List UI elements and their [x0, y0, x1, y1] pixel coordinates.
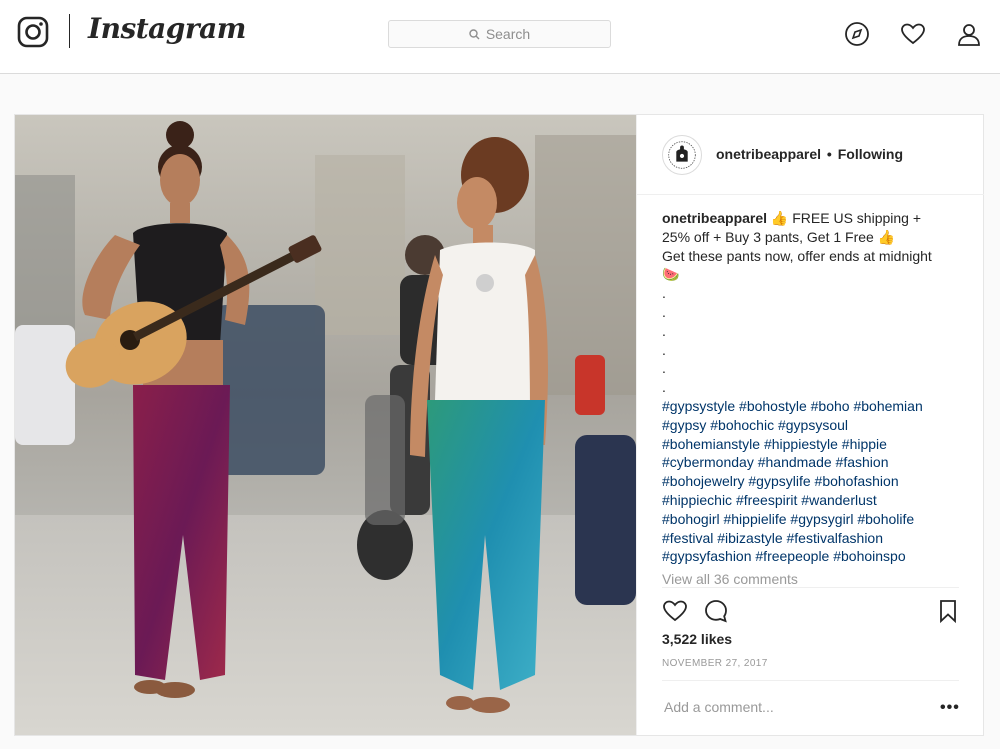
caption-line: .	[662, 285, 666, 302]
add-comment-input[interactable]: Add a comment...	[664, 699, 774, 715]
caption-line: Get these pants now, offer ends at midni…	[662, 247, 932, 264]
post-card: onetribeapparel • Following onetribeappa…	[14, 114, 984, 736]
hashtag-line[interactable]: #bohogirl #hippielife #gypsygirl #boholi…	[662, 510, 967, 529]
hashtag-line[interactable]: #bohemianstyle #hippiestyle #hippie	[662, 435, 967, 454]
post-caption: onetribeapparel 👍 FREE US shipping + 25%…	[662, 209, 967, 566]
hashtag-line[interactable]: #hippiechic #freespirit #wanderlust	[662, 491, 967, 510]
likes-count[interactable]: 3,522 likes	[662, 631, 732, 647]
caption-line: .	[662, 360, 666, 377]
nav-divider	[69, 14, 70, 48]
post-date: NOVEMBER 27, 2017	[662, 658, 768, 669]
post-header: onetribeapparel • Following	[637, 115, 984, 195]
post-photo[interactable]	[15, 115, 636, 735]
hashtag-line[interactable]: #bohojewelry #gypsylife #bohofashion	[662, 472, 967, 491]
caption-line: .	[662, 322, 666, 339]
like-heart-icon[interactable]	[662, 598, 688, 624]
hashtag-line[interactable]: #cybermonday #handmade #fashion	[662, 453, 967, 472]
top-nav: Instagram Search	[0, 0, 1000, 74]
comment-divider	[662, 680, 959, 681]
search-placeholder: Search	[485, 26, 531, 42]
save-bookmark-icon[interactable]	[935, 598, 961, 624]
header-separator: •	[826, 146, 832, 162]
activity-heart-icon[interactable]	[900, 21, 926, 47]
caption-line: 25% off + Buy 3 pants, Get 1 Free 👍	[662, 228, 896, 245]
post-username[interactable]: onetribeapparel	[716, 146, 821, 162]
caption-line-1: onetribeapparel 👍 FREE US shipping +	[662, 209, 967, 228]
hashtag-line[interactable]: #gypsy #bohochic #gypsysoul	[662, 416, 967, 435]
view-all-comments-link[interactable]: View all 36 comments	[662, 571, 798, 587]
caption-line: .	[662, 379, 666, 396]
more-options-button[interactable]: •••	[940, 699, 960, 717]
caption-line: 🍉	[662, 266, 680, 283]
caption-text: 👍 FREE US shipping +	[770, 210, 922, 226]
post-side-panel: onetribeapparel • Following onetribeappa…	[636, 115, 984, 735]
instagram-camera-icon[interactable]	[17, 16, 49, 48]
search-input[interactable]: Search	[388, 20, 611, 48]
hashtag-line[interactable]: #festival #ibizastyle #festivalfashion	[662, 529, 967, 548]
hashtag-line[interactable]: #gypsystyle #bohostyle #boho #bohemian	[662, 397, 967, 416]
actions-divider	[662, 587, 959, 588]
caption-username[interactable]: onetribeapparel	[662, 210, 767, 226]
caption-line: .	[662, 341, 666, 358]
follow-status-button[interactable]: Following	[838, 146, 903, 162]
search-icon	[469, 28, 480, 39]
comment-bubble-icon[interactable]	[703, 598, 729, 624]
post-header-text: onetribeapparel • Following	[716, 146, 903, 162]
profile-icon[interactable]	[956, 21, 982, 47]
hashtag-line[interactable]: #gypsyfashion #freepeople #bohoinspo	[662, 547, 967, 566]
instagram-wordmark[interactable]: Instagram	[88, 12, 246, 45]
explore-compass-icon[interactable]	[844, 21, 870, 47]
caption-line: .	[662, 303, 666, 320]
avatar[interactable]	[662, 135, 702, 175]
